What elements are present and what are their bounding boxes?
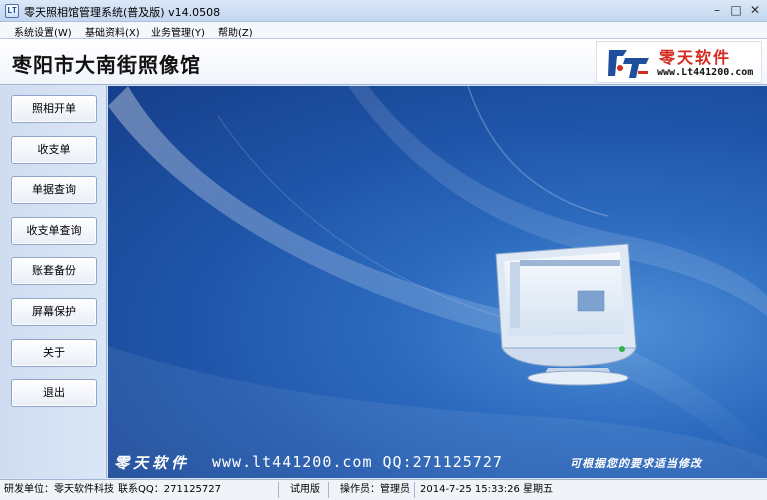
main-canvas: 零天软件 www.lt441200.com QQ:271125727 可根据您的… (108, 86, 767, 478)
document-query-button[interactable]: 单据查询 (11, 176, 97, 204)
app-icon: LT (5, 4, 19, 18)
banner-brand: 零天软件 (114, 454, 191, 472)
status-datetime: 2014-7-25 15:33:26 星期五 (420, 484, 554, 495)
menu-bar: 系统设置(W) 基础资料(X) 业务管理(Y) 帮助(Z) (0, 22, 767, 39)
menu-basic-data[interactable]: 基础资料(X) (85, 24, 140, 39)
banner-note: 可根据您的要求适当修改 (570, 457, 702, 470)
shop-name: 枣阳市大南街照像馆 (12, 53, 201, 77)
lt-logo-icon (608, 50, 649, 78)
status-operator: 操作员：管理员 (340, 484, 410, 495)
sidebar: 照相开单 收支单 单据查询 收支单查询 账套备份 屏幕保护 关于 退出 (0, 86, 107, 478)
window-title: 零天照相馆管理系统(普及版) v14.0508 (24, 6, 221, 19)
status-edition: 试用版 (290, 484, 320, 495)
minimize-icon[interactable]: – (709, 3, 725, 19)
photo-order-button[interactable]: 照相开单 (11, 95, 97, 123)
status-qq: 联系QQ：271125727 (118, 484, 222, 495)
account-backup-button[interactable]: 账套备份 (11, 257, 97, 285)
exit-button[interactable]: 退出 (11, 379, 97, 407)
maximize-icon[interactable]: □ (728, 3, 744, 19)
status-developer: 研发单位：零天软件科技 (4, 484, 114, 495)
promo-banner: 零天软件 www.lt441200.com QQ:271125727 可根据您的… (108, 449, 767, 478)
banner-contact: www.lt441200.com QQ:271125727 (212, 453, 503, 471)
logo-brand: 零天软件 (659, 48, 732, 67)
close-icon[interactable]: ✕ (747, 3, 763, 19)
screen-saver-button[interactable]: 屏幕保护 (11, 298, 97, 326)
status-bar: 研发单位：零天软件科技 联系QQ：271125727 试用版 操作员：管理员 2… (0, 479, 767, 500)
header: 枣阳市大南街照像馆 零天软件 www.Lt441200.com (0, 39, 767, 85)
about-button[interactable]: 关于 (11, 339, 97, 367)
brand-logo: 零天软件 www.Lt441200.com (596, 41, 762, 83)
status-divider (328, 482, 329, 498)
background-swirl (108, 86, 767, 478)
status-divider (414, 482, 415, 498)
menu-system-settings[interactable]: 系统设置(W) (14, 24, 72, 39)
logo-url: www.Lt441200.com (657, 67, 754, 78)
income-expense-query-button[interactable]: 收支单查询 (11, 217, 97, 245)
status-divider (278, 482, 279, 498)
title-bar[interactable]: LT 零天照相馆管理系统(普及版) v14.0508 – □ ✕ (0, 0, 767, 22)
income-expense-button[interactable]: 收支单 (11, 136, 97, 164)
menu-help[interactable]: 帮助(Z) (218, 24, 253, 39)
menu-business[interactable]: 业务管理(Y) (151, 24, 205, 39)
